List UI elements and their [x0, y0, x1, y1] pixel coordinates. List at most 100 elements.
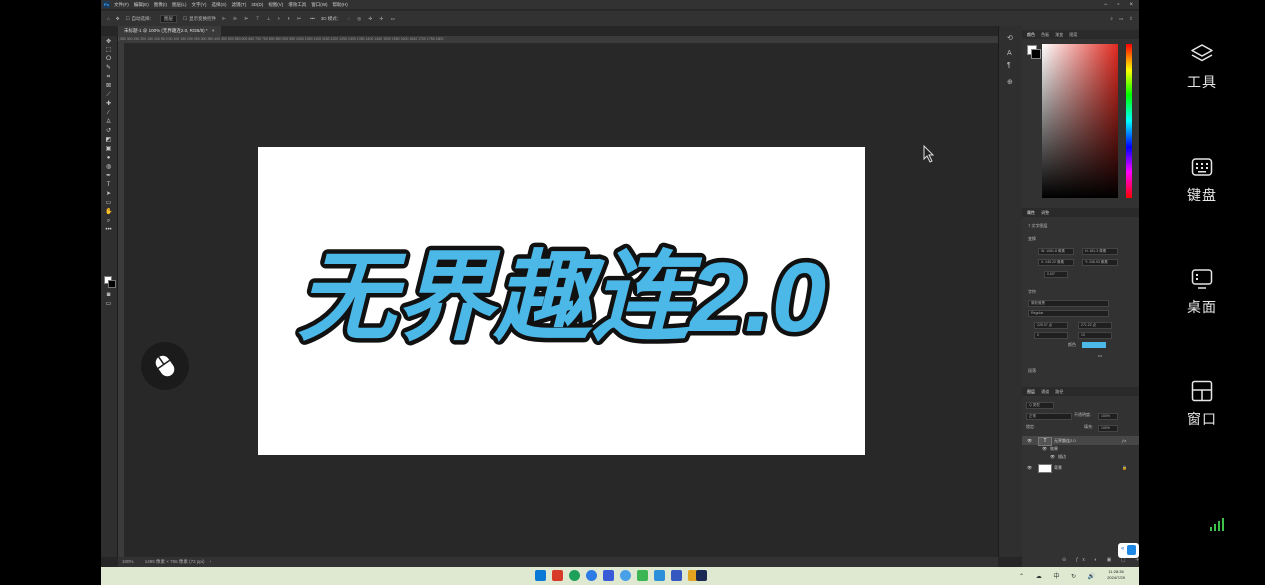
y-field[interactable]: Y: 246.93 像素	[1082, 259, 1118, 266]
menu-edit[interactable]: 编辑(E)	[134, 2, 149, 8]
start-icon[interactable]	[535, 570, 546, 581]
side-button-keyboard[interactable]: 键盘	[1139, 155, 1265, 205]
width-field[interactable]: W: 1061.8 像素	[1038, 248, 1074, 255]
libraries-icon[interactable]: ⊕	[1007, 78, 1013, 86]
character-section-header[interactable]: 字符	[1028, 289, 1036, 295]
text-color-swatch[interactable]	[1082, 342, 1106, 348]
eyedropper-tool-icon[interactable]: ⟋	[105, 92, 112, 98]
tab-gradients[interactable]: 渐变	[1055, 32, 1063, 37]
eraser-tool-icon[interactable]: ◩	[105, 137, 112, 143]
menu-filter[interactable]: 滤镜(T)	[232, 2, 247, 8]
auto-select-dropdown[interactable]: 图层	[160, 14, 178, 23]
paragraph-icon[interactable]: ¶	[1007, 62, 1011, 69]
visibility-eye-icon[interactable]: 👁	[1027, 463, 1032, 472]
side-button-window[interactable]: 窗口	[1139, 379, 1265, 429]
brush-tool-icon[interactable]: ∕	[105, 110, 112, 116]
tab-paths[interactable]: 路径	[1055, 389, 1063, 394]
home-icon[interactable]: ⌂	[107, 16, 110, 21]
wps-icon[interactable]	[552, 570, 563, 581]
more-options-icon[interactable]: •••	[1098, 353, 1102, 358]
status-arrow-icon[interactable]: ›	[210, 559, 212, 564]
path-select-tool-icon[interactable]: ➤	[105, 191, 112, 197]
share-icon[interactable]: ⇪	[1129, 16, 1133, 22]
layer-filter-dropdown[interactable]: Q 类型	[1026, 402, 1054, 409]
tab-layers[interactable]: 图层	[1027, 389, 1035, 394]
quick-select-tool-icon[interactable]: ✎	[105, 65, 112, 71]
move-tool-icon[interactable]: ✥	[105, 39, 112, 45]
baidu-netdisk-icon[interactable]	[603, 570, 614, 581]
3d-mode-icons[interactable]: ◌ ◎ ✣ ✢ ▭	[347, 16, 397, 22]
pen-tool-icon[interactable]: ✒	[105, 173, 112, 179]
system-tray-icons[interactable]: ⌃ ☁ 中 ↻ 🔊	[1019, 571, 1100, 580]
healing-brush-tool-icon[interactable]: ✚	[105, 101, 112, 107]
tab-color[interactable]: 颜色	[1027, 32, 1035, 37]
workspace-icon[interactable]: ▭	[1119, 16, 1123, 22]
font-size-field[interactable]: 225.37 点	[1034, 322, 1068, 329]
menu-layer[interactable]: 图层(L)	[172, 2, 187, 8]
type-tool-icon[interactable]: T	[105, 182, 112, 188]
side-button-tools[interactable]: 工具	[1139, 42, 1265, 92]
kerning-field[interactable]: 10	[1078, 332, 1112, 339]
floating-mouse-button[interactable]	[141, 342, 189, 390]
history-icon[interactable]: ⟲	[1007, 34, 1013, 42]
visibility-eye-icon[interactable]: 👁	[1027, 436, 1032, 445]
blur-tool-icon[interactable]: ●	[105, 155, 112, 161]
layer-effects-row[interactable]: 👁 效果	[1022, 445, 1139, 453]
wechat-icon[interactable]	[637, 570, 648, 581]
blend-mode-dropdown[interactable]: 正常	[1026, 413, 1072, 420]
edge-icon[interactable]	[569, 570, 580, 581]
effects-eye-icon[interactable]: 👁	[1042, 445, 1047, 453]
tab-patterns[interactable]: 图案	[1069, 32, 1077, 37]
menu-type[interactable]: 文字(Y)	[192, 2, 207, 8]
menu-view[interactable]: 视图(V)	[268, 2, 283, 8]
hand-tool-icon[interactable]: ✋	[105, 209, 112, 215]
photoshop-taskbar-icon[interactable]	[696, 570, 707, 581]
history-brush-tool-icon[interactable]: ↺	[105, 128, 112, 134]
word-icon[interactable]	[671, 570, 682, 581]
leading-field[interactable]: 271.22 点	[1078, 322, 1112, 329]
qq-icon[interactable]	[620, 570, 631, 581]
chrome-icon[interactable]	[586, 570, 597, 581]
rectangle-tool-icon[interactable]: ▭	[105, 200, 112, 206]
more-options-icon[interactable]: •••	[310, 16, 315, 21]
side-button-desktop[interactable]: 桌面	[1139, 267, 1265, 317]
menu-select[interactable]: 选择(S)	[212, 2, 227, 8]
menu-help[interactable]: 帮助(H)	[333, 2, 348, 8]
menu-3d[interactable]: 3D(D)	[251, 2, 263, 7]
lasso-tool-icon[interactable]: ⵔ	[105, 56, 112, 62]
color-picker-field[interactable]	[1042, 44, 1118, 198]
font-family-dropdown[interactable]: 微软雅黑	[1028, 300, 1109, 307]
more-tools-icon[interactable]: •••	[105, 227, 112, 233]
maximize-button[interactable]: ▫	[1117, 2, 1119, 8]
help-float-button[interactable]: «	[1118, 543, 1139, 558]
screen-mode-icon[interactable]: ▭	[105, 301, 112, 307]
frame-tool-icon[interactable]: ⊠	[105, 83, 112, 89]
fill-field[interactable]: 100%	[1098, 425, 1118, 432]
layer-row-background[interactable]: 👁 背景 🔒	[1022, 463, 1139, 473]
paragraph-section-header[interactable]: 段落	[1028, 368, 1036, 374]
tab-adjustments[interactable]: 调整	[1041, 210, 1049, 215]
crop-tool-icon[interactable]: ⌗	[105, 74, 112, 80]
quick-mask-icon[interactable]: ◙	[105, 292, 112, 298]
tracking-field[interactable]: 0	[1034, 332, 1068, 339]
menu-window[interactable]: 窗口(W)	[311, 2, 327, 8]
background-color-swatch[interactable]	[108, 280, 116, 288]
tab-properties[interactable]: 属性	[1027, 210, 1035, 215]
x-field[interactable]: X: 245.22 像素	[1038, 259, 1074, 266]
zoom-level[interactable]: 100%	[122, 559, 134, 564]
height-field[interactable]: H: 181.3 像素	[1082, 248, 1118, 255]
font-style-dropdown[interactable]: Regular	[1028, 310, 1109, 317]
document-tab[interactable]: 未标题-1 @ 100% (无界趣连2.0, RGB/8) * ×	[118, 26, 221, 36]
gradient-tool-icon[interactable]: ▣	[105, 146, 112, 152]
close-button[interactable]: ×	[1129, 2, 1133, 8]
menu-plugins[interactable]: 增效工具	[288, 2, 306, 8]
character-icon[interactable]: A	[1007, 50, 1012, 57]
tab-channels[interactable]: 通道	[1041, 389, 1049, 394]
hue-slider[interactable]	[1126, 44, 1132, 198]
align-icons[interactable]: ⊩ ⊪ ⊫ ⊤ ⊥ ⊦ ⊧ ⊨	[222, 16, 304, 22]
background-swatch[interactable]	[1031, 49, 1041, 59]
menu-image[interactable]: 图像(I)	[154, 2, 167, 8]
opacity-field[interactable]: 100%	[1098, 413, 1118, 420]
dodge-tool-icon[interactable]: ◍	[105, 164, 112, 170]
show-transform-checkbox[interactable]: ☐	[183, 16, 187, 22]
